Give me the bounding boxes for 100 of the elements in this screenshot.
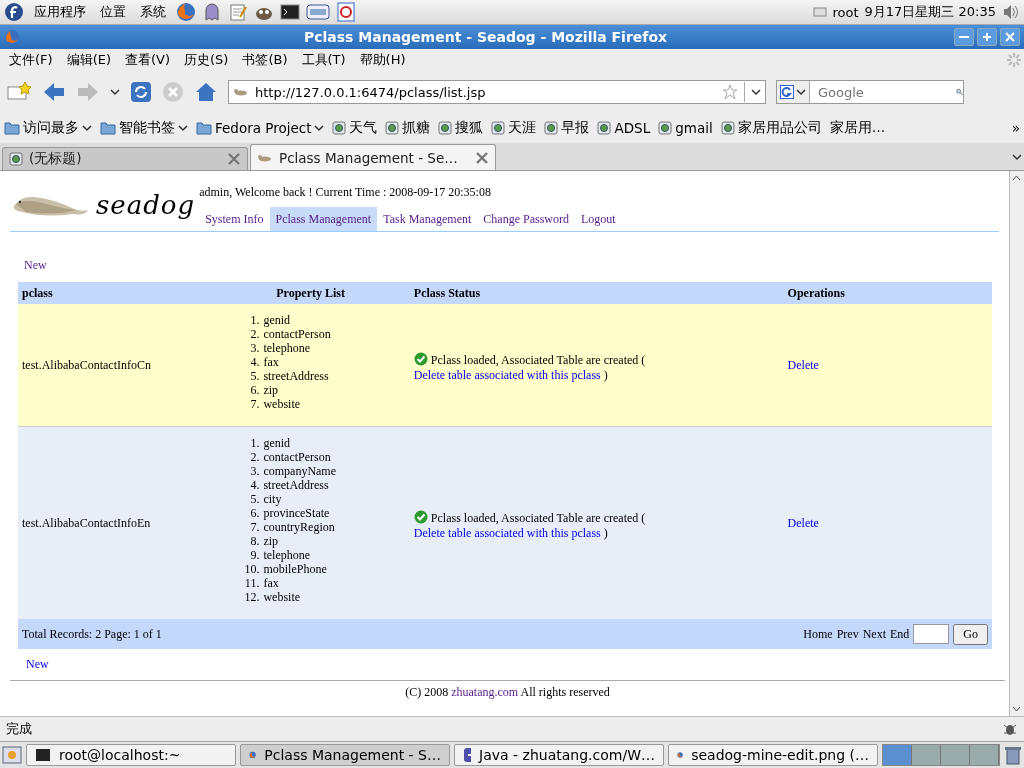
menu-item[interactable]: 历史(S) (177, 51, 236, 69)
menu-item[interactable]: 编辑(E) (59, 51, 118, 69)
status-text: Pclass loaded, Associated Table are created ( Delete table associated with this pclass ) (413, 508, 647, 541)
table-cell: test.AlibabaContactInfoCn (18, 304, 212, 427)
browser-tab[interactable]: (无标题) (2, 147, 248, 170)
bookmark-link[interactable]: 抓糖 (385, 119, 431, 137)
panel-menu[interactable]: 应用程序 (30, 3, 90, 21)
list-number: 5. (249, 369, 260, 383)
bookmark-folder[interactable]: 智能书签 (100, 119, 188, 137)
pager-link[interactable]: Home (803, 626, 833, 642)
close-icon[interactable] (475, 150, 489, 165)
table-cell: test.AlibabaContactInfoEn (18, 426, 212, 619)
home-icon[interactable] (194, 81, 218, 103)
new-link[interactable]: New (10, 232, 1009, 273)
page-icon (9, 152, 23, 166)
new-bookmark-icon[interactable] (6, 81, 32, 103)
new-link[interactable]: New (10, 649, 1009, 680)
bookmark-link[interactable]: gmail (658, 120, 713, 136)
nav-link[interactable]: Task Management (377, 207, 478, 231)
go-button[interactable]: Go (953, 623, 988, 645)
address-field[interactable]: http://127.0.0.1:6474/pclass/list.jsp (228, 80, 766, 104)
reload-icon[interactable] (130, 81, 152, 103)
window-title: Pclass Management - Seadog - Mozilla Firefox (302, 29, 669, 45)
nav-link[interactable]: Pclass Management (269, 207, 378, 231)
player-launcher-icon[interactable] (306, 2, 330, 22)
bookmark-link[interactable]: 早报 (544, 119, 590, 137)
scrollbar[interactable] (1009, 171, 1024, 716)
property-name: genid (263, 313, 291, 327)
menu-item[interactable]: 工具(T) (294, 51, 353, 69)
minimize-button[interactable] (954, 28, 974, 46)
bookmark-link[interactable]: 搜狐 (438, 119, 484, 137)
property-name: fax (263, 576, 279, 590)
volume-icon[interactable] (1002, 4, 1020, 20)
taskbar-button[interactable]: root@localhost:~ (26, 744, 236, 766)
search-box[interactable]: Google (776, 80, 964, 104)
list-number: 4. (249, 355, 260, 369)
editor-launcher-icon[interactable] (336, 2, 356, 22)
delete-table-link[interactable]: Delete table associated with this pclass (413, 367, 601, 382)
taskbar-button[interactable]: seadog-mine-edit.png (… (668, 744, 878, 766)
nav-link[interactable]: System Info (199, 207, 270, 231)
clock[interactable]: 9月17日星期三 20:35 (864, 3, 996, 21)
maximize-button[interactable] (977, 28, 997, 46)
nav-link[interactable]: Logout (575, 207, 622, 231)
bookmark-folder[interactable]: 访问最多 (4, 119, 92, 137)
site-link[interactable]: zhuatang.com (451, 685, 519, 699)
chat-launcher-icon[interactable] (202, 2, 222, 22)
close-icon (1005, 32, 1015, 42)
search-engine-icon[interactable] (780, 85, 794, 99)
property-name: contactPerson (263, 450, 331, 464)
property-name: telephone (263, 548, 311, 562)
close-icon[interactable] (227, 152, 241, 166)
list-number: 12. (243, 590, 260, 604)
trash-icon[interactable] (1004, 745, 1022, 765)
show-desktop-icon[interactable] (2, 745, 22, 765)
more-bookmarks-button[interactable]: » (1011, 120, 1020, 136)
globe-icon (332, 121, 347, 135)
bookmark-link[interactable]: 天涯 (491, 119, 537, 137)
globe-icon (491, 121, 506, 135)
pager-link[interactable]: End (890, 626, 910, 642)
menu-item[interactable]: 查看(V) (118, 51, 178, 69)
column-header: pclass (18, 282, 212, 304)
bookmark-link[interactable]: 家居用… (829, 119, 886, 137)
property-name: provinceState (263, 506, 330, 520)
seal-icon (233, 87, 249, 97)
folder-icon (196, 121, 212, 135)
menu-item[interactable]: 书签(B) (235, 51, 295, 69)
star-icon[interactable] (722, 84, 738, 100)
list-number: 1. (249, 313, 260, 327)
status-text: Pclass loaded, Associated Table are created ( Delete table associated with this pclass ) (413, 350, 647, 383)
taskbar-button[interactable]: Java - zhuatang.com/W… (454, 744, 664, 766)
pager-link[interactable]: Prev (836, 626, 859, 642)
page-field[interactable] (913, 624, 950, 644)
folder-icon (4, 121, 20, 135)
notepad-launcher-icon[interactable] (228, 2, 248, 22)
property-name: countryRegion (263, 520, 335, 534)
property-name: mobilePhone (263, 562, 327, 576)
property-name: streetAddress (263, 478, 329, 492)
bookmark-folder[interactable]: Fedora Project (196, 120, 325, 136)
menu-item[interactable]: 帮助(H) (352, 51, 413, 69)
fedora-logo-icon[interactable] (4, 2, 24, 22)
delete-link[interactable]: Delete (787, 515, 819, 530)
taskbar-button[interactable]: Pclass Management - S… (240, 744, 450, 766)
bookmark-link[interactable]: 家居用品公司 (720, 119, 822, 137)
terminal-launcher-icon[interactable] (280, 2, 300, 22)
delete-table-link[interactable]: Delete table associated with this pclass (413, 525, 601, 540)
close-button[interactable] (1000, 28, 1020, 46)
caret-icon (82, 124, 92, 132)
bookmark-link[interactable]: ADSL (597, 120, 651, 136)
nav-link[interactable]: Change Password (477, 207, 575, 231)
back-icon[interactable] (42, 81, 66, 103)
bookmark-link[interactable]: 天气 (332, 119, 378, 137)
property-name: zip (263, 383, 279, 397)
browser-launcher-icon[interactable] (176, 2, 196, 22)
delete-link[interactable]: Delete (787, 357, 819, 372)
panel-menu[interactable]: 系统 (136, 3, 170, 21)
workspace-switcher[interactable] (882, 744, 1000, 766)
panel-menu[interactable]: 位置 (96, 3, 130, 21)
menu-item[interactable]: 文件(F) (2, 51, 60, 69)
browser-tab[interactable]: Pclass Management - Se… (250, 144, 496, 170)
pager-link[interactable]: Next (862, 626, 886, 642)
